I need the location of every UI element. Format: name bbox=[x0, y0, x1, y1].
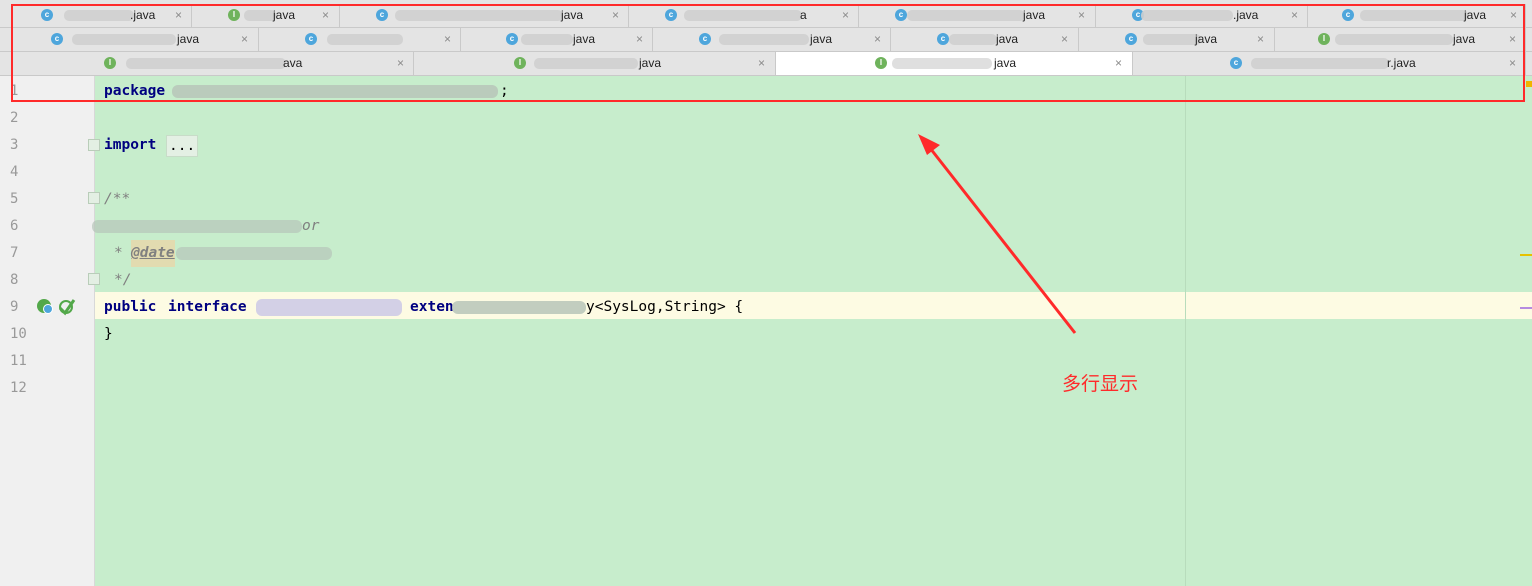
annotation-label: 多行显示 bbox=[1062, 373, 1139, 395]
annotation-arrow bbox=[918, 134, 1077, 334]
